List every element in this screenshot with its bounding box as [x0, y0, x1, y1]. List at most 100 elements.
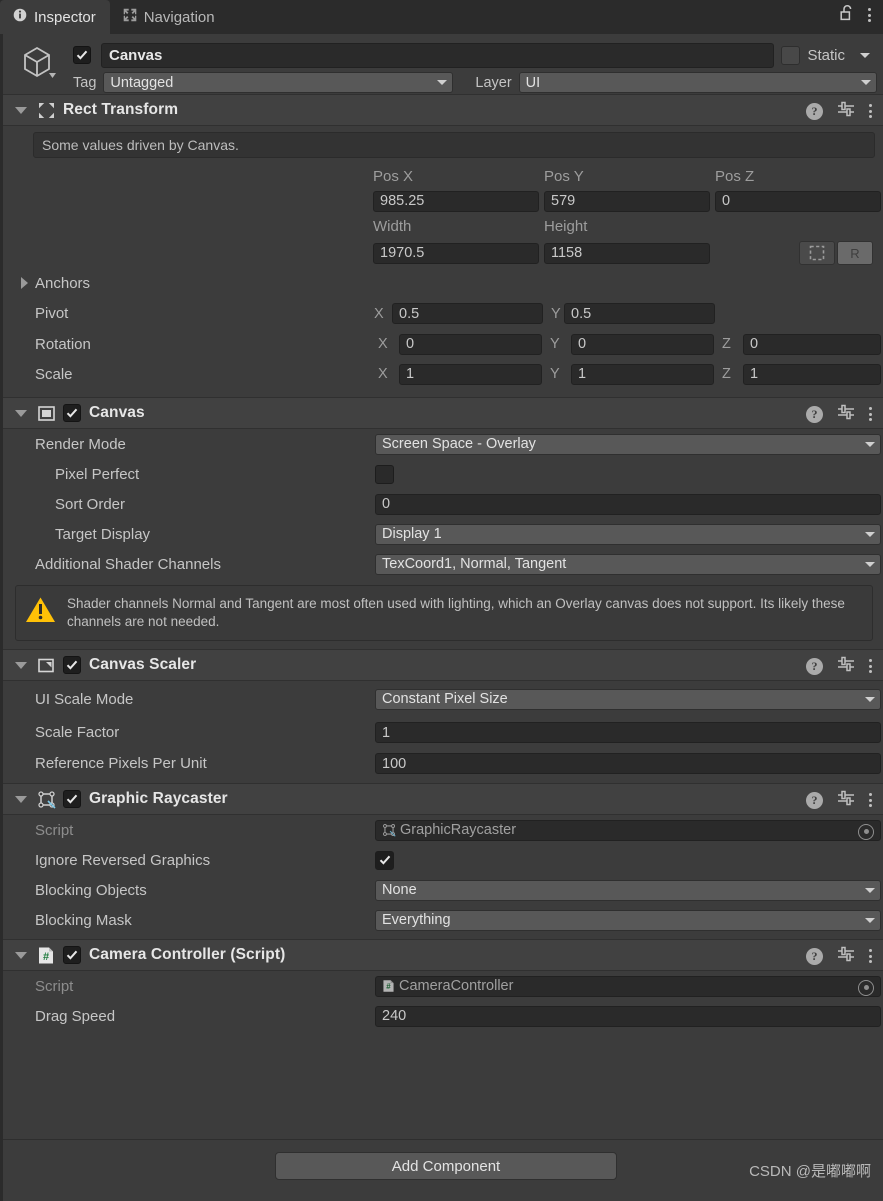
- preset-settings-icon[interactable]: [837, 946, 855, 967]
- driven-info-text: Some values driven by Canvas.: [42, 137, 239, 153]
- blocking-objects-value: None: [382, 882, 417, 899]
- rotation-z-input[interactable]: 0: [743, 333, 881, 355]
- add-component-button[interactable]: Add Component: [275, 1152, 617, 1180]
- ui-scale-mode-label: UI Scale Mode: [35, 690, 134, 708]
- blocking-objects-dropdown[interactable]: None: [375, 879, 881, 901]
- blocking-mask-dropdown[interactable]: Everything: [375, 909, 881, 931]
- rotation-y-input[interactable]: 0: [571, 333, 714, 355]
- scale-z-input[interactable]: 1: [743, 363, 881, 385]
- target-display-dropdown[interactable]: Display 1: [375, 523, 881, 545]
- ignore-reversed-graphics-checkbox[interactable]: [375, 850, 394, 870]
- gr-script-object-field[interactable]: GraphicRaycaster: [375, 819, 881, 841]
- pixel-perfect-checkbox[interactable]: [375, 464, 394, 484]
- canvas-enabled-checkbox[interactable]: [63, 404, 81, 422]
- foldout-arrow-icon[interactable]: [15, 409, 27, 417]
- gameobject-active-checkbox[interactable]: [73, 46, 91, 64]
- cc-script-object-field[interactable]: # CameraController: [375, 975, 881, 997]
- graphic-raycaster-enabled-checkbox[interactable]: [63, 790, 81, 809]
- window-controls: [840, 4, 883, 34]
- width-input[interactable]: 1970.5: [373, 242, 539, 264]
- preset-settings-icon[interactable]: [837, 101, 855, 122]
- help-icon[interactable]: ?: [806, 102, 823, 120]
- help-icon[interactable]: ?: [806, 405, 823, 423]
- ui-scale-mode-row: UI Scale Mode Constant Pixel Size: [3, 681, 883, 717]
- pos-x-input[interactable]: 985.25: [373, 190, 539, 212]
- scale-y-input[interactable]: 1: [571, 363, 714, 385]
- chevron-down-icon: [865, 441, 875, 447]
- component-header-canvas[interactable]: Canvas ?: [3, 397, 883, 429]
- component-header-icons: ?: [806, 95, 872, 127]
- gameobject-name-input[interactable]: Canvas: [101, 42, 775, 68]
- preset-settings-icon[interactable]: [837, 790, 855, 811]
- rotation-x-axis-label: X: [378, 336, 388, 352]
- static-checkbox[interactable]: [781, 45, 801, 65]
- kebab-menu-icon[interactable]: [869, 407, 872, 421]
- tab-inspector[interactable]: Inspector: [0, 0, 110, 34]
- layer-dropdown[interactable]: UI: [518, 72, 877, 93]
- blocking-mask-value: Everything: [382, 912, 451, 929]
- tag-layer-row: Tag Untagged Layer UI: [73, 72, 880, 93]
- info-icon: [13, 8, 27, 26]
- kebab-menu-icon[interactable]: [869, 659, 872, 674]
- component-header-camera-controller[interactable]: # Camera Controller (Script) ?: [3, 939, 883, 972]
- kebab-menu-icon[interactable]: [869, 949, 872, 964]
- drag-speed-input[interactable]: 240: [375, 1005, 881, 1027]
- foldout-arrow-icon[interactable]: [15, 951, 27, 959]
- chevron-down-icon: [865, 531, 875, 537]
- component-header-rect-transform[interactable]: Rect Transform ?: [3, 94, 883, 126]
- scale-x-input[interactable]: 1: [399, 363, 542, 385]
- render-mode-dropdown[interactable]: Screen Space - Overlay: [375, 433, 881, 455]
- additional-shader-channels-dropdown[interactable]: TexCoord1, Normal, Tangent: [375, 553, 881, 575]
- anchors-row[interactable]: Anchors: [3, 268, 883, 298]
- object-picker-icon[interactable]: [858, 823, 874, 840]
- anchor-r-button[interactable]: R: [837, 241, 873, 265]
- pivot-y-input[interactable]: 0.5: [564, 303, 715, 324]
- ui-scale-mode-value: Constant Pixel Size: [382, 691, 508, 708]
- scale-factor-input[interactable]: 1: [375, 722, 881, 744]
- pivot-x-input[interactable]: 0.5: [392, 303, 543, 324]
- reference-pixels-per-unit-input[interactable]: 100: [375, 753, 881, 775]
- pos-z-input[interactable]: 0: [715, 190, 881, 212]
- help-icon[interactable]: ?: [806, 791, 823, 809]
- anchor-preset-button[interactable]: [799, 241, 835, 265]
- tag-dropdown[interactable]: Untagged: [103, 72, 454, 93]
- kebab-menu-icon[interactable]: [869, 793, 872, 808]
- kebab-menu-icon[interactable]: [868, 8, 871, 22]
- foldout-arrow-icon[interactable]: [15, 661, 27, 669]
- camera-controller-body: Script # CameraController Drag Speed 240: [3, 971, 883, 1032]
- ui-scale-mode-dropdown[interactable]: Constant Pixel Size: [375, 688, 881, 710]
- cc-script-label: Script: [35, 977, 74, 995]
- chevron-down-icon: [861, 80, 871, 85]
- height-input[interactable]: 1158: [544, 242, 710, 264]
- sort-order-input[interactable]: 0: [375, 493, 881, 515]
- foldout-arrow-icon[interactable]: [15, 795, 27, 803]
- pos-y-input[interactable]: 579: [544, 190, 710, 212]
- help-icon[interactable]: ?: [806, 657, 823, 675]
- kebab-menu-icon[interactable]: [869, 104, 872, 118]
- pivot-label: Pivot: [35, 305, 69, 322]
- object-picker-icon[interactable]: [858, 979, 874, 996]
- static-dropdown-caret-icon[interactable]: [860, 52, 870, 58]
- target-display-row: Target Display Display 1: [3, 519, 883, 549]
- rotation-z-axis-label: Z: [722, 336, 731, 352]
- preset-settings-icon[interactable]: [837, 404, 855, 425]
- size-value-row: 1970.5 1158 R: [3, 238, 883, 268]
- canvas-scaler-enabled-checkbox[interactable]: [63, 656, 81, 675]
- reference-pixels-per-unit-label: Reference Pixels Per Unit: [35, 755, 207, 773]
- component-header-canvas-scaler[interactable]: Canvas Scaler ?: [3, 649, 883, 682]
- help-icon[interactable]: ?: [806, 947, 823, 965]
- warning-triangle-icon: [25, 596, 56, 629]
- padlock-unlocked-icon[interactable]: [840, 4, 855, 26]
- anchors-foldout-icon[interactable]: [21, 277, 28, 289]
- gameobject-cube-icon: [16, 41, 60, 85]
- rotation-x-input[interactable]: 0: [399, 333, 542, 355]
- foldout-arrow-icon[interactable]: [15, 106, 27, 114]
- scale-y-axis-label: Y: [550, 366, 560, 382]
- svg-text:#: #: [386, 983, 391, 992]
- tab-navigation[interactable]: Navigation: [110, 0, 229, 34]
- component-header-graphic-raycaster[interactable]: Graphic Raycaster ?: [3, 783, 883, 816]
- preset-settings-icon[interactable]: [837, 656, 855, 677]
- camera-controller-enabled-checkbox[interactable]: [63, 946, 81, 965]
- tag-value: Untagged: [110, 74, 174, 91]
- tag-label: Tag: [73, 74, 97, 91]
